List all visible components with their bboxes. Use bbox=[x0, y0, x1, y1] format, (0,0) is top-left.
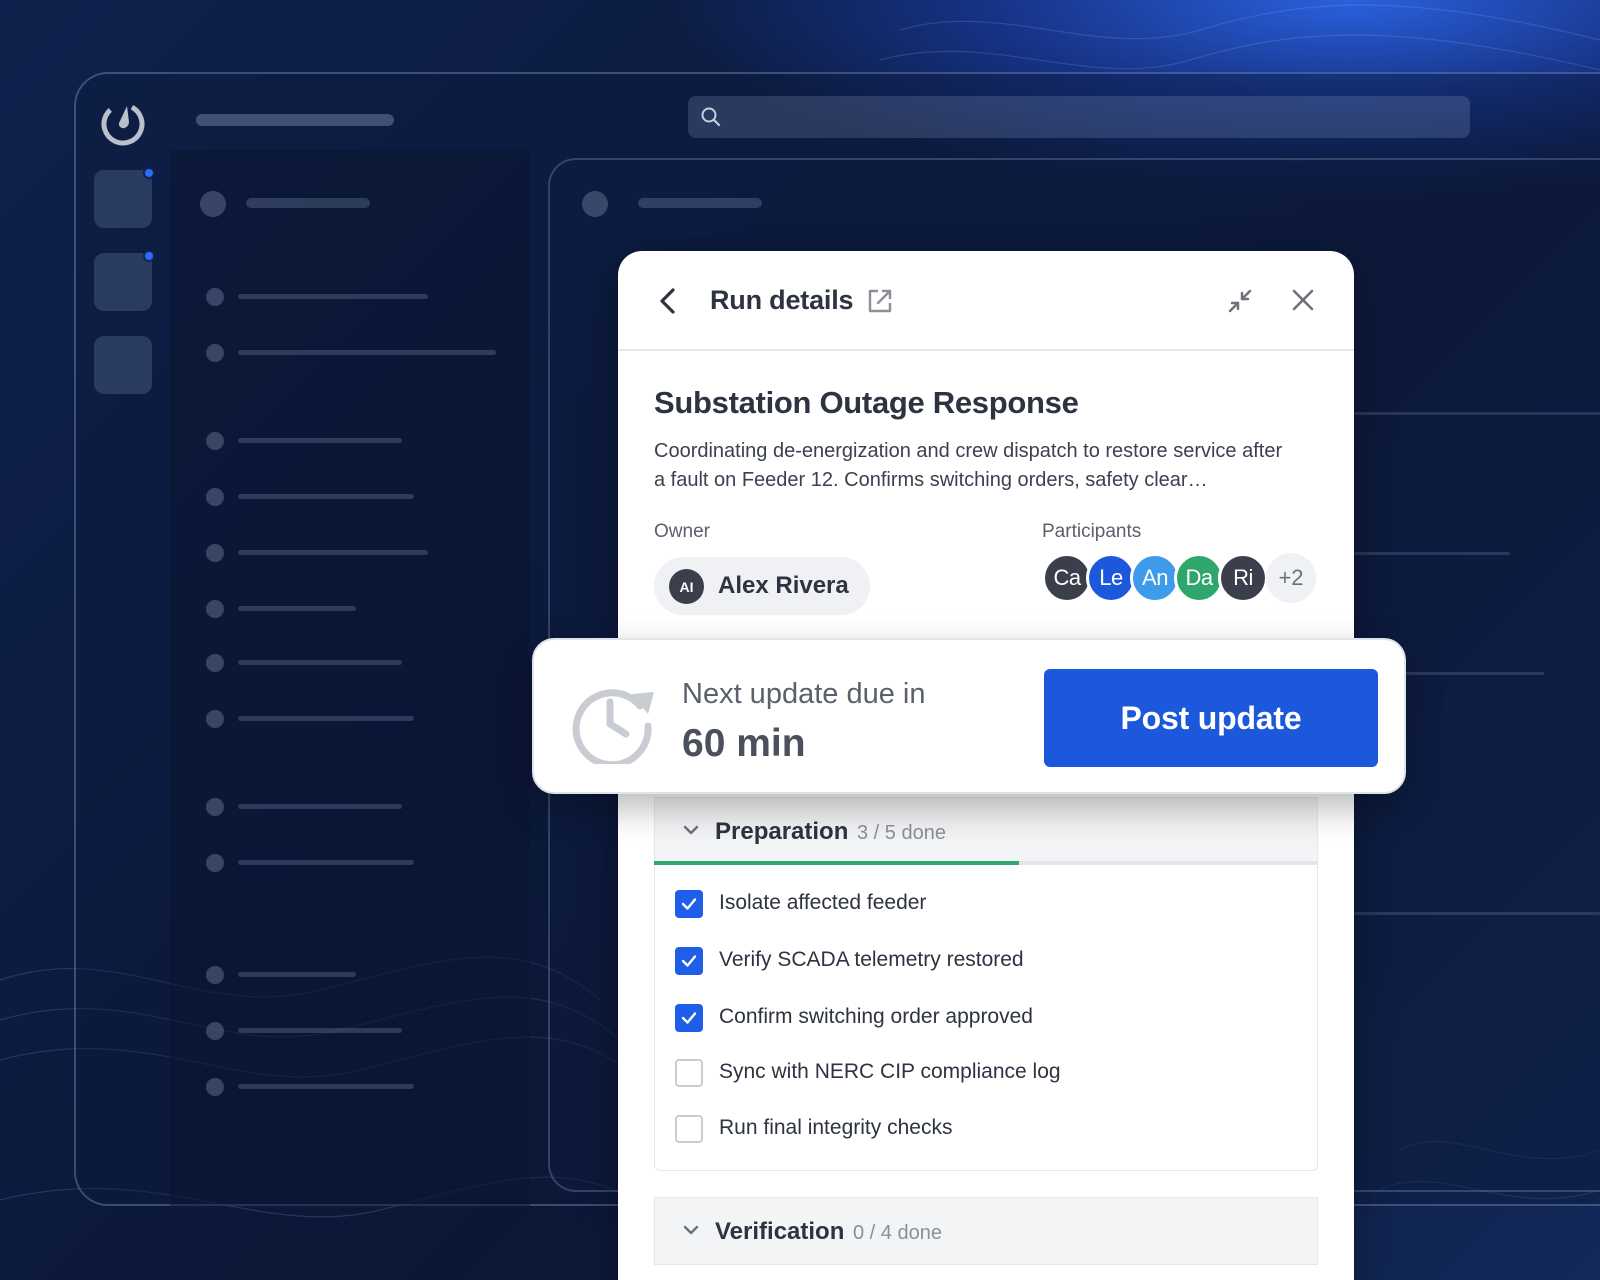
content-avatar-placeholder bbox=[582, 191, 608, 217]
channel-placeholder[interactable] bbox=[238, 1084, 414, 1089]
update-timer-icon bbox=[572, 689, 654, 764]
owner-avatar: AI bbox=[669, 569, 704, 604]
channel-placeholder[interactable] bbox=[238, 350, 496, 355]
checkbox[interactable] bbox=[675, 947, 703, 975]
unread-dot bbox=[143, 250, 155, 262]
content-line-placeholder bbox=[1354, 912, 1600, 915]
checklist-item[interactable]: Sync with NERC CIP compliance log bbox=[675, 1058, 1275, 1088]
channel-dot bbox=[206, 488, 224, 506]
owner-label: Owner bbox=[654, 521, 710, 542]
next-update-card: Next update due in 60 min Post update bbox=[532, 638, 1406, 794]
checkbox[interactable] bbox=[675, 1004, 703, 1032]
checkmark-icon bbox=[681, 898, 697, 910]
participant-avatar[interactable]: Da bbox=[1174, 553, 1224, 603]
app-title-placeholder bbox=[196, 114, 394, 126]
participants-label: Participants bbox=[1042, 521, 1142, 542]
more-participants-badge[interactable]: +2 bbox=[1266, 553, 1316, 603]
sidebar-header-placeholder bbox=[246, 198, 370, 208]
chevron-down-icon bbox=[683, 1225, 699, 1235]
channel-dot bbox=[206, 654, 224, 672]
section-progress-count: 3 / 5 done bbox=[857, 822, 946, 844]
channel-placeholder[interactable] bbox=[238, 716, 414, 721]
sidebar-avatar-placeholder bbox=[200, 191, 226, 217]
checkbox[interactable] bbox=[675, 1059, 703, 1087]
content-line-placeholder bbox=[1354, 412, 1600, 415]
channel-dot bbox=[206, 288, 224, 306]
run-name: Substation Outage Response bbox=[654, 385, 1079, 420]
checkmark-icon bbox=[681, 955, 697, 967]
chevron-down-icon bbox=[683, 825, 699, 835]
post-update-button[interactable]: Post update bbox=[1044, 669, 1378, 767]
app-logo-icon bbox=[101, 102, 145, 146]
content-header-placeholder bbox=[638, 198, 762, 208]
checkbox[interactable] bbox=[675, 1115, 703, 1143]
checklist-item[interactable]: Run final integrity checks bbox=[675, 1114, 1275, 1144]
channel-placeholder[interactable] bbox=[238, 1028, 402, 1033]
channel-placeholder[interactable] bbox=[238, 860, 414, 865]
run-description: Coordinating de-energization and crew di… bbox=[654, 440, 1283, 491]
owner-chip[interactable]: AI Alex Rivera bbox=[654, 557, 870, 615]
checklist-item-label: Confirm switching order approved bbox=[719, 1005, 1033, 1028]
participant-avatar[interactable]: Ri bbox=[1218, 553, 1268, 603]
team-tile[interactable] bbox=[94, 336, 152, 394]
channel-dot bbox=[206, 344, 224, 362]
external-link-icon[interactable] bbox=[866, 287, 894, 315]
checklist-items: Isolate affected feeder Verify SCADA tel… bbox=[654, 865, 1318, 1171]
team-tile[interactable] bbox=[94, 170, 152, 228]
channel-dot bbox=[206, 544, 224, 562]
owner-name: Alex Rivera bbox=[718, 572, 849, 599]
checkmark-icon bbox=[681, 1012, 697, 1024]
section-progress-count: 0 / 4 done bbox=[853, 1222, 942, 1244]
channel-dot bbox=[206, 854, 224, 872]
section-header-preparation[interactable]: Preparation 3 / 5 done bbox=[654, 797, 1318, 865]
back-arrow-icon[interactable] bbox=[654, 283, 682, 319]
panel-title: Run details bbox=[710, 285, 854, 315]
search-bar[interactable] bbox=[688, 96, 1470, 138]
section-title: Verification bbox=[715, 1218, 845, 1245]
close-icon[interactable] bbox=[1290, 287, 1316, 313]
checklist-item-label: Run final integrity checks bbox=[719, 1116, 953, 1139]
channel-dot bbox=[206, 710, 224, 728]
channel-dot bbox=[206, 600, 224, 618]
next-update-time: 60 min bbox=[682, 722, 806, 765]
participant-avatar[interactable]: Ca bbox=[1042, 553, 1092, 603]
team-tile[interactable] bbox=[94, 253, 152, 311]
checklist-item-label: Verify SCADA telemetry restored bbox=[719, 948, 1024, 971]
content-line-placeholder bbox=[1354, 552, 1510, 555]
channel-dot bbox=[206, 798, 224, 816]
section-title: Preparation bbox=[715, 818, 849, 845]
panel-header: Run details bbox=[618, 251, 1354, 351]
channel-placeholder[interactable] bbox=[238, 550, 428, 555]
channel-dot bbox=[206, 1022, 224, 1040]
next-update-label: Next update due in bbox=[682, 678, 926, 710]
channel-placeholder[interactable] bbox=[238, 438, 402, 443]
channel-placeholder[interactable] bbox=[238, 606, 356, 611]
participants-list[interactable]: Ca Le An Da Ri +2 bbox=[1042, 553, 1332, 605]
checklist-item[interactable]: Isolate affected feeder bbox=[675, 889, 1275, 919]
section-header-verification[interactable]: Verification 0 / 4 done bbox=[654, 1197, 1318, 1265]
channel-placeholder[interactable] bbox=[238, 804, 402, 809]
minimize-icon[interactable] bbox=[1226, 287, 1254, 315]
channel-placeholder[interactable] bbox=[238, 494, 414, 499]
channel-placeholder[interactable] bbox=[238, 972, 356, 977]
checklist-item-label: Sync with NERC CIP compliance log bbox=[719, 1060, 1061, 1083]
unread-dot bbox=[143, 167, 155, 179]
participant-avatar[interactable]: Le bbox=[1086, 553, 1136, 603]
channel-dot bbox=[206, 966, 224, 984]
checkbox[interactable] bbox=[675, 890, 703, 918]
channel-dot bbox=[206, 1078, 224, 1096]
sidebar-panel bbox=[170, 150, 530, 1206]
channel-dot bbox=[206, 432, 224, 450]
channel-placeholder[interactable] bbox=[238, 660, 402, 665]
checklist-item[interactable]: Confirm switching order approved bbox=[675, 1003, 1275, 1033]
channel-placeholder[interactable] bbox=[238, 294, 428, 299]
search-icon bbox=[701, 107, 721, 127]
participant-avatar[interactable]: An bbox=[1130, 553, 1180, 603]
checklist-item[interactable]: Verify SCADA telemetry restored bbox=[675, 946, 1275, 976]
checklist-item-label: Isolate affected feeder bbox=[719, 891, 927, 914]
